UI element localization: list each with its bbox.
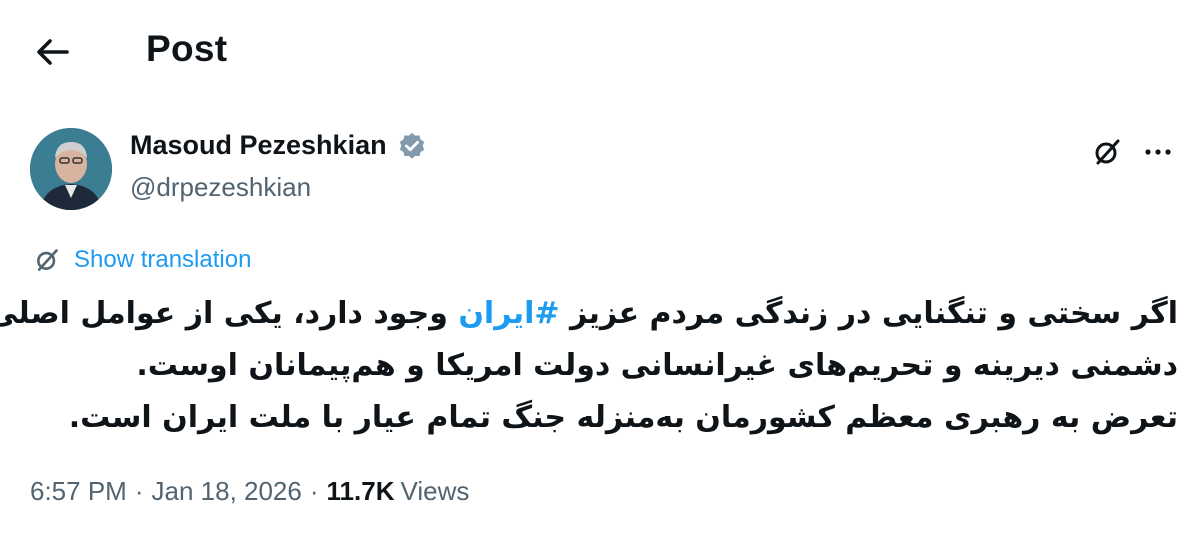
verified-badge-icon — [399, 132, 424, 159]
page-title: Post — [146, 28, 228, 69]
header: Post — [0, 0, 1200, 100]
tweet-line-2: دشمنی دیرینه و تحریم‌های غیرانسانی دولت … — [136, 348, 1178, 383]
show-translation-label: Show translation — [74, 246, 252, 273]
tweet-line-1: اگر سختی و تنگنایی در زندگی مردم عزیز #ا… — [0, 288, 1178, 340]
author-handle[interactable]: @drpezeshkian — [130, 172, 311, 203]
post-time[interactable]: 6:57 PM — [30, 476, 127, 507]
views-label: Views — [400, 476, 470, 506]
tweet-text-segment: وجود دارد، یکی از عوامل اصلی آن — [0, 296, 448, 331]
grok-button[interactable] — [1087, 132, 1127, 172]
author-name-text: Masoud Pezeshkian — [130, 130, 387, 160]
separator-dot: · — [309, 476, 319, 506]
hashtag-link[interactable]: #ایران — [458, 296, 559, 331]
post-metadata: 6:57 PM · Jan 18, 2026 · 11.7K Views — [30, 476, 469, 507]
more-icon — [1145, 149, 1171, 155]
avatar[interactable] — [30, 128, 112, 210]
back-button[interactable] — [30, 30, 74, 74]
tweet-line-3: تعرض به رهبری معظم کشورمان به‌منزله جنگ … — [68, 400, 1178, 435]
grok-icon — [37, 249, 58, 271]
tweet-text-segment: اگر سختی و تنگنایی در زندگی مردم عزیز — [559, 296, 1178, 331]
author-name[interactable]: Masoud Pezeshkian — [130, 130, 427, 161]
post-page: Post Masoud Pezeshkian @drpezeshkian Sho… — [0, 0, 1200, 549]
arrow-left-icon — [37, 39, 69, 65]
views-count: 11.7K — [326, 476, 395, 506]
more-options-button[interactable] — [1138, 132, 1178, 172]
tweet-text: اگر سختی و تنگنایی در زندگی مردم عزیز #ا… — [0, 288, 1178, 444]
avatar-image — [30, 128, 112, 210]
separator-dot: · — [134, 476, 144, 506]
grok-icon — [1095, 139, 1120, 165]
show-translation-link[interactable]: Show translation — [34, 246, 251, 274]
post-date[interactable]: Jan 18, 2026 — [152, 476, 302, 507]
